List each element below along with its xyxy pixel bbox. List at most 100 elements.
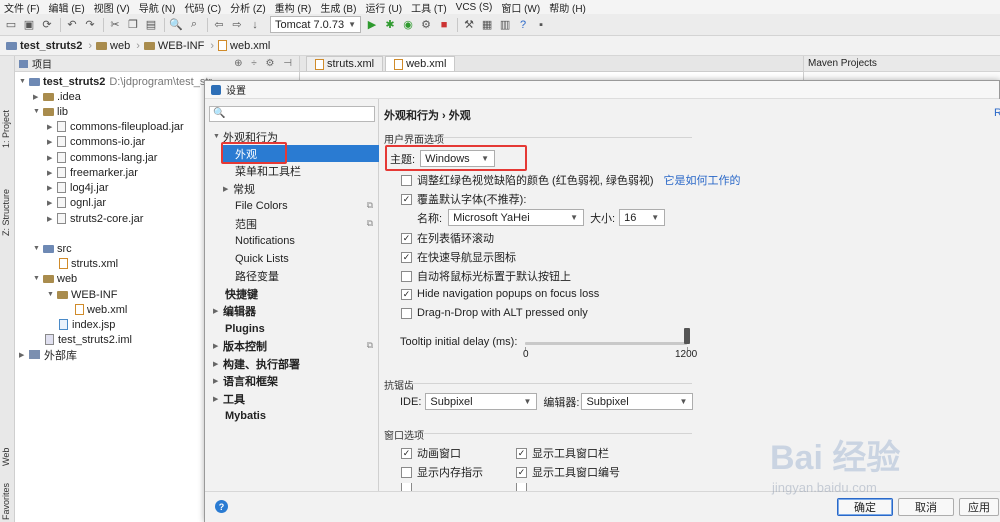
tree-node-webinf[interactable]: ▼ WEB-INF	[47, 287, 117, 302]
menu-item[interactable]: 文件 (F)	[4, 0, 40, 15]
save-icon[interactable]: ▣	[22, 18, 36, 32]
category-keymap[interactable]: 快捷键	[225, 285, 258, 302]
settings-icon[interactable]: ⚒	[462, 18, 476, 32]
category-system[interactable]: ▶ 常规	[223, 180, 255, 197]
memory-indicator-checkbox[interactable]	[401, 466, 412, 478]
tree-node-idea[interactable]: ▶ .idea	[33, 89, 81, 104]
run-icon[interactable]: ▶	[365, 18, 379, 32]
profile-icon[interactable]: ⚙	[419, 18, 433, 32]
back-icon[interactable]: ⇦	[212, 18, 226, 32]
category-tools[interactable]: ▶ 工具	[213, 390, 245, 407]
hide-nav-popups-checkbox[interactable]: ✓	[401, 288, 412, 300]
auto-mouse-checkbox[interactable]	[401, 270, 412, 282]
breadcrumb-web[interactable]: web	[96, 40, 130, 52]
menu-item[interactable]: 帮助 (H)	[549, 0, 586, 15]
tree-node-jar[interactable]: ▶ freemarker.jar	[47, 165, 138, 180]
category-languages[interactable]: ▶ 语言和框架	[213, 372, 278, 389]
menu-item[interactable]: 窗口 (W)	[501, 0, 540, 15]
override-fonts-checkbox[interactable]: ✓	[401, 193, 412, 205]
plugin-icon[interactable]: ▪	[534, 18, 548, 32]
breadcrumb-file[interactable]: web.xml	[218, 40, 270, 52]
project-panel-title[interactable]: 项目	[32, 56, 52, 71]
copy-icon[interactable]: ❐	[126, 18, 140, 32]
category-mybatis[interactable]: Mybatis	[225, 407, 266, 424]
color-adjust-checkbox[interactable]	[401, 174, 412, 186]
menu-item[interactable]: 导航 (N)	[139, 0, 176, 15]
redo-icon[interactable]: ↷	[83, 18, 97, 32]
panel-actions-icon[interactable]: ⊕ ÷ ⚙ ⊣	[234, 58, 295, 69]
replace-icon[interactable]: ⌕	[187, 18, 201, 32]
category-menus-toolbars[interactable]: 菜单和工具栏	[235, 162, 301, 179]
make-icon[interactable]: ↓	[248, 18, 262, 32]
font-size-select[interactable]: 16 ▼	[619, 209, 666, 226]
tooltip-delay-slider[interactable]	[525, 342, 687, 345]
find-icon[interactable]: 🔍	[169, 18, 183, 32]
sync-icon[interactable]: ⟳	[40, 18, 54, 32]
project-structure-icon[interactable]: ▦	[480, 18, 494, 32]
cyclic-scroll-checkbox[interactable]: ✓	[401, 232, 412, 244]
tool-window-bars-checkbox[interactable]: ✓	[516, 447, 527, 459]
category-plugins[interactable]: Plugins	[225, 320, 265, 337]
ok-button[interactable]: 确定	[837, 498, 893, 516]
undo-icon[interactable]: ↶	[65, 18, 79, 32]
category-file-colors[interactable]: File Colors ⧉	[235, 197, 375, 214]
tree-node-index-jsp[interactable]: index.jsp	[59, 317, 115, 332]
breadcrumb-project[interactable]: test_struts2	[6, 40, 82, 52]
apply-button[interactable]: 应用	[959, 498, 999, 516]
settings-search-input[interactable]: 🔍	[209, 106, 375, 122]
tree-node-jar[interactable]: ▶ commons-lang.jar	[47, 150, 157, 165]
tree-node-jar[interactable]: ▶ log4j.jar	[47, 180, 109, 195]
menu-item[interactable]: 代码 (C)	[184, 0, 221, 15]
category-path-variables[interactable]: 路径变量	[235, 267, 279, 284]
tree-node-web[interactable]: ▼ web	[33, 271, 77, 286]
project-tool-tab[interactable]: 1: Project	[1, 110, 11, 148]
font-name-select[interactable]: Microsoft YaHei ▼	[448, 209, 585, 226]
tree-node-lib[interactable]: ▼ lib	[33, 104, 68, 119]
editor-aa-select[interactable]: Subpixel ▼	[581, 393, 694, 410]
category-notifications[interactable]: Notifications	[235, 232, 295, 249]
structure-tool-tab[interactable]: Z: Structure	[1, 189, 11, 236]
menu-item[interactable]: 分析 (Z)	[230, 0, 266, 15]
tree-node-src[interactable]: ▼ src	[33, 241, 72, 256]
category-vcs[interactable]: ▶ 版本控制 ⧉	[213, 337, 375, 354]
tooltip-delay-slider-thumb[interactable]	[684, 328, 690, 344]
open-icon[interactable]: ▭	[4, 18, 18, 32]
maven-projects-title[interactable]: Maven Projects	[804, 56, 1000, 72]
menu-item[interactable]: 运行 (U)	[365, 0, 402, 15]
tree-node-jar[interactable]: ▶ commons-io.jar	[47, 134, 145, 149]
breadcrumb-webinf[interactable]: WEB-INF	[143, 40, 204, 52]
tree-node-jar[interactable]: ▶ ognl.jar	[47, 195, 106, 210]
drag-drop-alt-checkbox[interactable]	[401, 307, 412, 319]
debug-icon[interactable]: ✱	[383, 18, 397, 32]
help-icon[interactable]: ?	[516, 18, 530, 32]
tree-node-external-libs[interactable]: ▶ 外部库	[19, 347, 77, 362]
tree-node-jar[interactable]: ▶ struts2-core.jar	[47, 211, 143, 226]
run-configuration-select[interactable]: Tomcat 7.0.73 ▼	[270, 16, 362, 33]
editor-tab-web-xml[interactable]: web.xml	[385, 56, 456, 71]
paste-icon[interactable]: ▤	[144, 18, 158, 32]
tree-node-iml[interactable]: test_struts2.iml	[45, 332, 132, 347]
favorites-tool-tab[interactable]: Favorites	[1, 483, 11, 520]
sdk-icon[interactable]: ▥	[498, 18, 512, 32]
menu-item[interactable]: VCS (S)	[456, 2, 493, 13]
stop-icon[interactable]: ■	[437, 18, 451, 32]
category-build[interactable]: ▶ 构建、执行部署	[213, 355, 300, 372]
tree-node-web-xml[interactable]: web.xml	[75, 302, 127, 317]
category-quick-lists[interactable]: Quick Lists	[235, 250, 289, 267]
tree-node-jar[interactable]: ▶ commons-fileupload.jar	[47, 119, 184, 134]
tool-window-numbers-checkbox[interactable]: ✓	[516, 466, 527, 478]
animate-windows-checkbox[interactable]: ✓	[401, 447, 412, 459]
tree-node-struts-xml[interactable]: struts.xml	[59, 256, 118, 271]
ide-aa-select[interactable]: Subpixel ▼	[425, 393, 538, 410]
menu-item[interactable]: 工具 (T)	[411, 0, 447, 15]
how-it-works-link[interactable]: 它是如何工作的	[664, 172, 741, 188]
editor-tab-struts-xml[interactable]: struts.xml	[306, 56, 384, 71]
tree-node-root[interactable]: ▼ test_struts2 D:\jdprogram\test_str...	[19, 74, 221, 89]
menu-item[interactable]: 编辑 (E)	[49, 0, 85, 15]
quicknav-icons-checkbox[interactable]: ✓	[401, 251, 412, 263]
web-tool-tab[interactable]: Web	[1, 448, 11, 466]
category-scopes[interactable]: 范围 ⧉	[235, 215, 375, 232]
menu-item[interactable]: 重构 (R)	[275, 0, 312, 15]
cancel-button[interactable]: 取消	[898, 498, 954, 516]
reset-link[interactable]: R	[994, 107, 1000, 119]
